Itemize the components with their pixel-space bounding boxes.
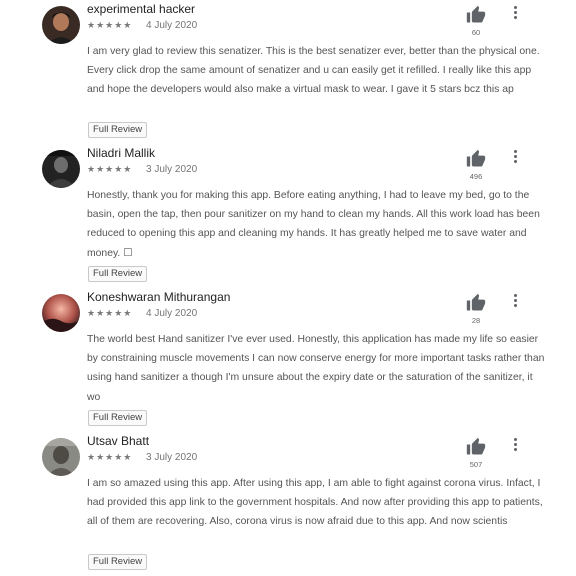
reviewer-name: experimental hacker — [87, 2, 196, 16]
full-review-button[interactable]: Full Review — [88, 266, 148, 282]
reviewer-name: Utsav Bhatt — [87, 434, 150, 448]
reviewer-name: Koneshwaran Mithurangan — [87, 290, 231, 304]
more-vert-icon[interactable] — [510, 150, 520, 166]
more-vert-icon[interactable] — [510, 438, 520, 454]
like-count: 496 — [469, 172, 483, 181]
thumbs-up-icon[interactable] — [466, 293, 486, 313]
review-text: Honestly, thank you for making this app.… — [87, 190, 540, 259]
review-date: 3 July 2020 — [146, 164, 198, 175]
star-rating: ★★★★★ — [87, 164, 133, 174]
star-rating: ★★★★★ — [87, 308, 133, 318]
full-review-button[interactable]: Full Review — [88, 410, 148, 426]
full-review-button[interactable]: Full Review — [88, 122, 148, 138]
review-card: Utsav Bhatt ★★★★★ 3 July 2020 I am so am… — [0, 432, 576, 576]
like-count: 28 — [471, 316, 481, 325]
review-card: Koneshwaran Mithurangan ★★★★★ 4 July 202… — [0, 288, 576, 432]
avatar[interactable] — [42, 438, 80, 476]
more-vert-icon[interactable] — [510, 294, 520, 310]
more-vert-icon[interactable] — [510, 6, 520, 22]
thumbs-up-icon[interactable] — [466, 149, 486, 169]
avatar[interactable] — [42, 294, 80, 332]
review-text: I am so amazed using this app. After usi… — [87, 478, 543, 528]
review-text: The world best Hand sanitizer I've ever … — [87, 334, 545, 403]
like-count: 60 — [471, 28, 481, 37]
reviewer-name: Niladri Mallik — [87, 146, 156, 160]
review-text: I am very glad to review this senatizer.… — [87, 46, 540, 96]
full-review-button[interactable]: Full Review — [88, 554, 148, 570]
review-card: Niladri Mallik ★★★★★ 3 July 2020 Honestl… — [0, 144, 576, 288]
avatar[interactable] — [42, 150, 80, 188]
star-rating: ★★★★★ — [87, 452, 133, 462]
review-card: experimental hacker ★★★★★ 4 July 2020 I … — [0, 0, 576, 144]
review-date: 3 July 2020 — [146, 452, 198, 463]
like-count: 507 — [469, 460, 483, 469]
thumbs-up-icon[interactable] — [466, 437, 486, 457]
review-date: 4 July 2020 — [146, 20, 198, 31]
review-date: 4 July 2020 — [146, 308, 198, 319]
avatar[interactable] — [42, 6, 80, 44]
thumbs-up-icon[interactable] — [466, 5, 486, 25]
star-rating: ★★★★★ — [87, 20, 133, 30]
